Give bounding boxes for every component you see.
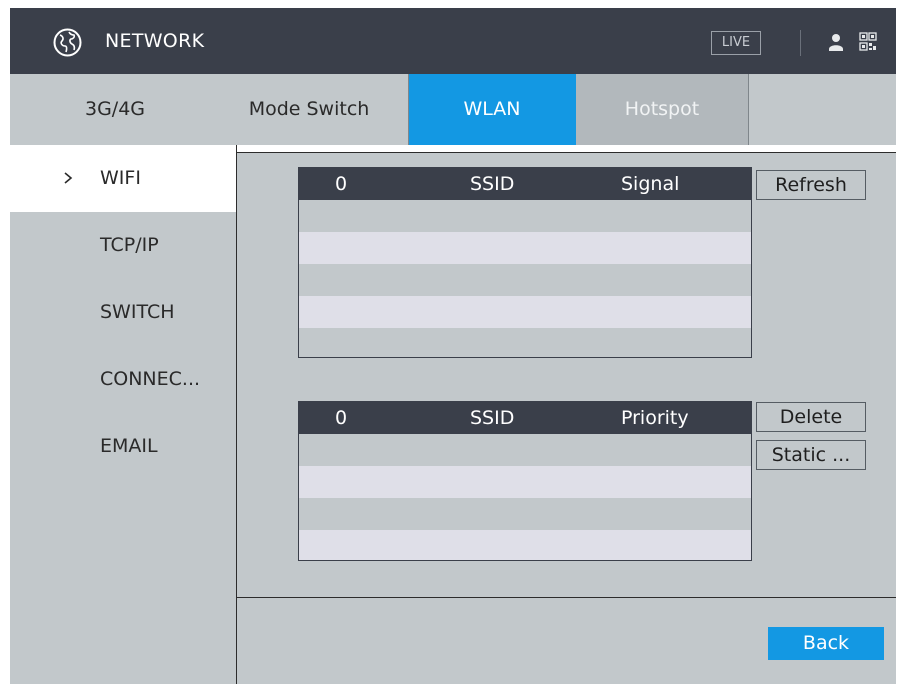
divider bbox=[236, 152, 896, 153]
tab-3g-4g[interactable]: 3G/4G bbox=[65, 74, 165, 145]
column-header-ssid[interactable]: SSID bbox=[470, 402, 514, 434]
sidebar-item-email[interactable]: EMAIL bbox=[10, 413, 236, 480]
column-header-signal[interactable]: Signal bbox=[621, 168, 679, 200]
table-header: 0 SSID Signal bbox=[299, 168, 751, 200]
table-row[interactable] bbox=[299, 296, 751, 328]
table-row[interactable] bbox=[299, 466, 751, 498]
sidebar-item-wifi[interactable]: WIFI bbox=[10, 145, 236, 212]
divider bbox=[236, 145, 237, 684]
sidebar-item-tcp-ip[interactable]: TCP/IP bbox=[10, 212, 236, 279]
wifi-network-table: 0 SSID Signal bbox=[298, 167, 752, 358]
sidebar: WIFI TCP/IP SWITCH CONNEC... EMAIL bbox=[10, 145, 236, 684]
tab-bar: 3G/4G Mode Switch WLAN Hotspot bbox=[10, 74, 896, 145]
sidebar-item-label: SWITCH bbox=[100, 301, 175, 323]
table-row[interactable] bbox=[299, 328, 751, 357]
title-bar: NETWORK LIVE bbox=[10, 8, 896, 74]
delete-button[interactable]: Delete bbox=[756, 402, 866, 432]
globe-icon bbox=[53, 28, 82, 57]
live-button[interactable]: LIVE bbox=[711, 31, 761, 55]
sidebar-item-label: TCP/IP bbox=[100, 234, 159, 256]
divider bbox=[800, 30, 801, 56]
table-row[interactable] bbox=[299, 200, 751, 232]
table-row[interactable] bbox=[299, 264, 751, 296]
sidebar-item-connection[interactable]: CONNEC... bbox=[10, 346, 236, 413]
sidebar-item-switch[interactable]: SWITCH bbox=[10, 279, 236, 346]
table-header: 0 SSID Priority bbox=[299, 402, 751, 434]
sidebar-item-label: EMAIL bbox=[100, 435, 158, 457]
qr-code-icon[interactable] bbox=[859, 32, 877, 52]
tab-wlan[interactable]: WLAN bbox=[408, 74, 576, 145]
back-button[interactable]: Back bbox=[768, 627, 884, 660]
tab-hotspot[interactable]: Hotspot bbox=[576, 74, 748, 145]
refresh-button[interactable]: Refresh bbox=[756, 170, 866, 200]
table-row[interactable] bbox=[299, 498, 751, 530]
column-header-count[interactable]: 0 bbox=[335, 168, 347, 200]
chevron-right-icon bbox=[64, 172, 73, 184]
tab-mode-switch[interactable]: Mode Switch bbox=[239, 74, 379, 145]
saved-network-table: 0 SSID Priority bbox=[298, 401, 752, 561]
column-header-count[interactable]: 0 bbox=[335, 402, 347, 434]
table-row[interactable] bbox=[299, 434, 751, 466]
sidebar-item-label: WIFI bbox=[100, 167, 141, 189]
column-header-priority[interactable]: Priority bbox=[621, 402, 689, 434]
divider bbox=[408, 74, 409, 145]
divider bbox=[236, 597, 896, 598]
divider bbox=[748, 74, 749, 145]
column-header-ssid[interactable]: SSID bbox=[470, 168, 514, 200]
table-row[interactable] bbox=[299, 530, 751, 560]
sidebar-item-label: CONNEC... bbox=[100, 368, 201, 390]
table-row[interactable] bbox=[299, 232, 751, 264]
network-settings-window: NETWORK LIVE 3G/4G Mode Switch WLAN Hots… bbox=[0, 0, 904, 684]
page-title: NETWORK bbox=[105, 30, 205, 52]
static-button[interactable]: Static ... bbox=[756, 440, 866, 470]
wlan-panel: 0 SSID Signal Refresh 0 SSID Priority De… bbox=[236, 145, 896, 684]
user-icon[interactable] bbox=[827, 33, 845, 51]
